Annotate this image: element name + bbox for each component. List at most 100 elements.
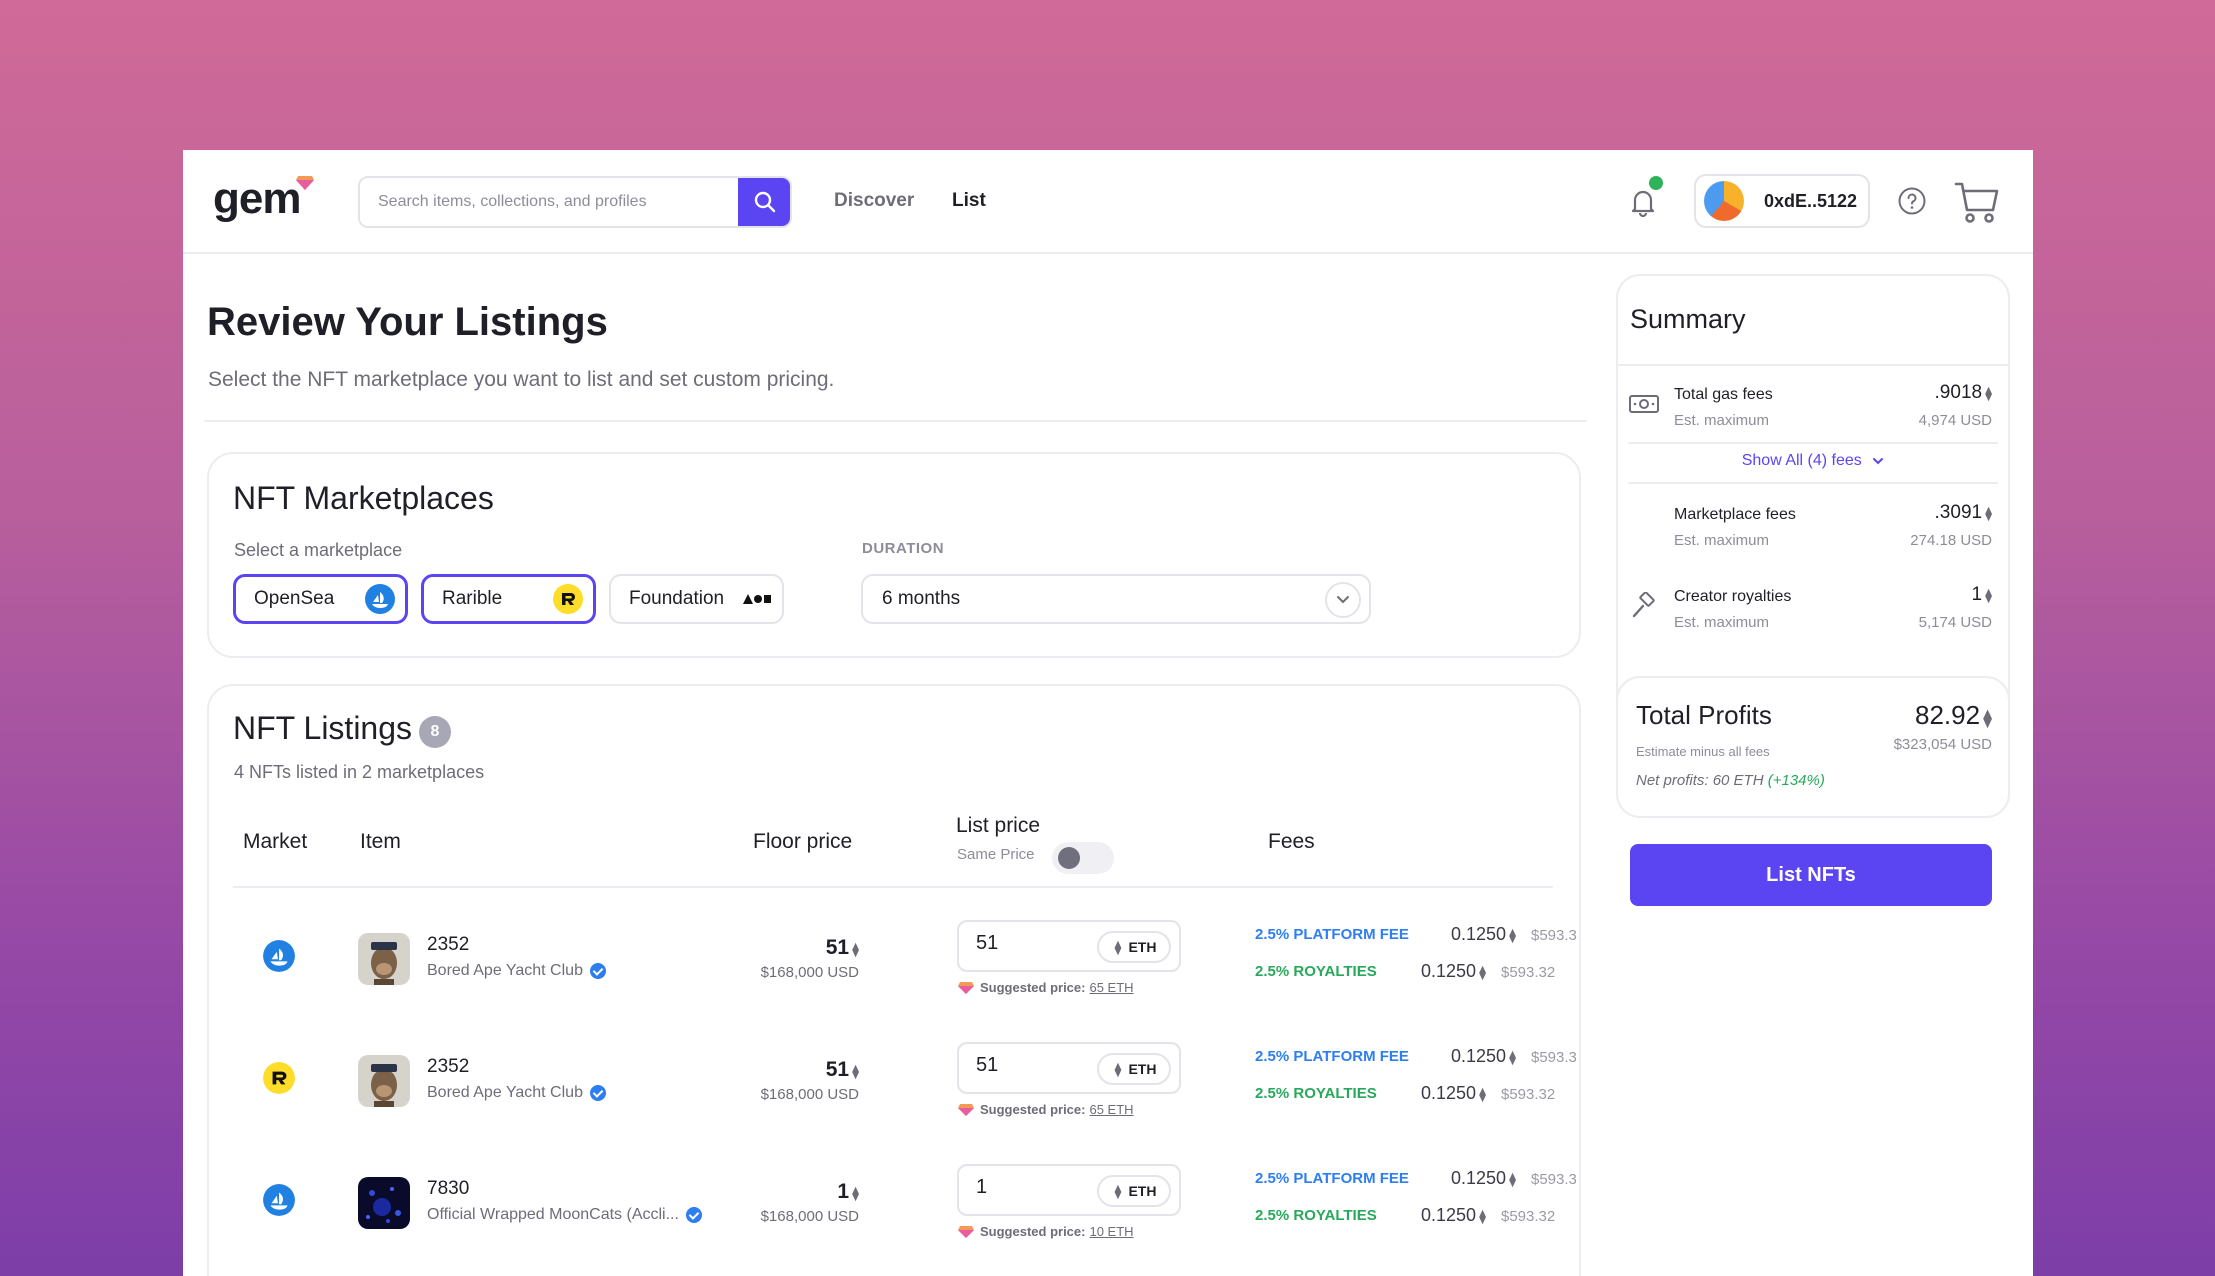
- eth-icon: ⧫: [852, 941, 859, 957]
- collection-label: Bored Ape Yacht Club: [427, 962, 583, 979]
- gas-fees-usd: 4,974 USD: [1918, 412, 1992, 429]
- search-input[interactable]: [360, 178, 730, 226]
- show-all-label: Show All (4) fees: [1741, 452, 1862, 469]
- royalty-usd: $593.32: [1501, 1086, 1556, 1103]
- marketplace-label: Foundation: [629, 588, 725, 609]
- cart-icon[interactable]: [1953, 178, 2001, 226]
- marketplace-fees-value: .3091 ⧫: [1935, 502, 1992, 524]
- table-row: 2352 Bored Ape Yacht Club 51 ⧫ $168,000 U…: [209, 1018, 1579, 1138]
- collection-name[interactable]: Official Wrapped MoonCats (Accli...: [427, 1206, 702, 1224]
- search-button[interactable]: [738, 178, 790, 226]
- marketplace-foundation-button[interactable]: Foundation: [609, 574, 784, 624]
- marketplace-fees-usd: 274.18 USD: [1910, 532, 1992, 549]
- column-header-fees: Fees: [1268, 830, 1315, 853]
- nft-thumbnail[interactable]: [358, 933, 410, 985]
- toggle-knob: [1058, 847, 1080, 869]
- collection-name[interactable]: Bored Ape Yacht Club: [427, 962, 606, 980]
- platform-fee-amount: 0.1250 ⧫: [1451, 924, 1516, 945]
- suggested-label: Suggested price:: [980, 1224, 1086, 1239]
- currency-label: ETH: [1128, 1061, 1157, 1077]
- collection-name[interactable]: Bored Ape Yacht Club: [427, 1084, 606, 1102]
- gas-value: .9018: [1934, 382, 1983, 403]
- collection-label: Bored Ape Yacht Club: [427, 1084, 583, 1101]
- list-price-input[interactable]: [976, 1176, 1096, 1199]
- wallet-button[interactable]: 0xdE..5122: [1694, 174, 1870, 228]
- column-header-list-price: List price: [956, 814, 1041, 837]
- foundation-icon: [743, 594, 771, 604]
- platform-fee-value: 0.1250: [1451, 924, 1507, 944]
- nft-name[interactable]: 2352: [427, 934, 469, 956]
- currency-selector[interactable]: ⧫ ETH: [1097, 1175, 1171, 1207]
- summary-title: Summary: [1630, 304, 1746, 334]
- currency-selector[interactable]: ⧫ ETH: [1097, 931, 1171, 963]
- show-all-fees-button[interactable]: Show All (4) fees: [1618, 452, 2008, 470]
- gas-fees-label: Total gas fees: [1674, 386, 1773, 403]
- platform-fee-amount: 0.1250 ⧫: [1451, 1168, 1516, 1189]
- verified-icon: [589, 963, 606, 979]
- platform-fee-label: 2.5% PLATFORM FEE: [1255, 1048, 1409, 1065]
- suggested-price-link[interactable]: 65 ETH: [1089, 980, 1133, 995]
- nav-discover[interactable]: Discover: [834, 190, 914, 212]
- summary-panel: Summary Total gas fees Est. maximum .901…: [1616, 274, 2010, 818]
- eth-icon: ⧫: [852, 1185, 859, 1201]
- gas-fees-value: .9018 ⧫: [1935, 382, 1992, 404]
- total-profits-title: Total Profits: [1636, 700, 1772, 730]
- collection-label: Official Wrapped MoonCats (Accli...: [427, 1206, 679, 1223]
- suggested-price: Suggested price: 65 ETH: [958, 980, 1134, 995]
- list-nfts-button[interactable]: List NFTs: [1630, 844, 1992, 906]
- gem-icon: [958, 981, 974, 994]
- listings-title: NFT Listings: [233, 710, 413, 746]
- creator-royalties-label: Creator royalties: [1674, 588, 1792, 605]
- list-price-input[interactable]: [976, 1054, 1096, 1077]
- eth-icon: ⧫: [1114, 1182, 1122, 1199]
- royalty-label: 2.5% ROYALTIES: [1255, 1207, 1377, 1224]
- marketplace-rarible-button[interactable]: Rarible: [421, 574, 596, 624]
- verified-icon: [685, 1207, 702, 1223]
- listings-card: NFT Listings 8 4 NFTs listed in 2 market…: [207, 684, 1581, 1276]
- marketplace-opensea-button[interactable]: OpenSea: [233, 574, 408, 624]
- app-window: gem Discover List 0xdE..5122: [183, 150, 2033, 1276]
- nav-list[interactable]: List: [952, 190, 986, 212]
- total-profits-sub: Estimate minus all fees: [1636, 744, 1770, 759]
- eth-icon: ⧫: [1985, 505, 1992, 521]
- rarible-icon: [553, 584, 583, 614]
- suggested-price-link[interactable]: 65 ETH: [1089, 1102, 1133, 1117]
- eth-icon: ⧫: [1479, 1208, 1486, 1224]
- gem-logo[interactable]: gem: [213, 174, 301, 224]
- listings-subtitle: 4 NFTs listed in 2 marketplaces: [234, 762, 485, 782]
- floor-value: 51: [825, 936, 850, 959]
- nft-name[interactable]: 2352: [427, 1056, 469, 1078]
- nft-name[interactable]: 7830: [427, 1178, 469, 1200]
- currency-selector[interactable]: ⧫ ETH: [1097, 1053, 1171, 1085]
- eth-icon: ⧫: [1985, 385, 1992, 401]
- nft-thumbnail[interactable]: [358, 1177, 410, 1229]
- suggested-price-link[interactable]: 10 ETH: [1089, 1224, 1133, 1239]
- duration-select[interactable]: 6 months: [861, 574, 1371, 624]
- gem-logo-icon: [296, 176, 314, 190]
- hammer-icon: [1632, 592, 1655, 618]
- royalty-amount: 0.1250 ⧫: [1421, 1205, 1486, 1226]
- creator-royalties-value: 1 ⧫: [1972, 584, 1993, 606]
- help-icon[interactable]: [1897, 186, 1927, 216]
- floor-price: 1 ⧫: [837, 1180, 859, 1204]
- opensea-icon: [365, 584, 395, 614]
- chevron-down-icon: [1873, 458, 1884, 465]
- wallet-address: 0xdE..5122: [1764, 190, 1858, 211]
- royalty-amount: 0.1250 ⧫: [1421, 961, 1486, 982]
- duration-label: DURATION: [862, 540, 945, 557]
- nft-thumbnail[interactable]: [358, 1055, 410, 1107]
- royalty-label: 2.5% ROYALTIES: [1255, 963, 1377, 980]
- platform-fee-amount: 0.1250 ⧫: [1451, 1046, 1516, 1067]
- creator-royalties-usd: 5,174 USD: [1918, 614, 1992, 631]
- list-price-input[interactable]: [976, 932, 1096, 955]
- same-price-toggle[interactable]: [1052, 842, 1114, 874]
- gem-icon: [958, 1103, 974, 1116]
- royalty-usd: $593.32: [1501, 964, 1556, 981]
- column-header-floor: Floor price: [753, 830, 853, 853]
- column-header-item: Item: [360, 830, 401, 853]
- search-bar: [358, 176, 792, 228]
- net-percent: (+134%): [1767, 772, 1825, 789]
- opensea-icon: [263, 1184, 295, 1216]
- eth-icon: ⧫: [1983, 708, 1992, 728]
- total-profits-box: Total Profits 82.92 ⧫ $323,054 USD Estima…: [1616, 676, 2010, 818]
